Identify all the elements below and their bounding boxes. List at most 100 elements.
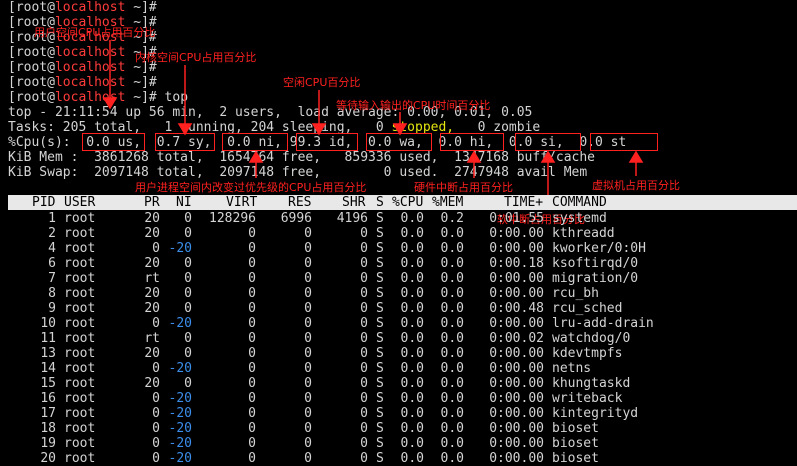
cell-time: 0:00.00 (489, 271, 544, 286)
cell-user: root (64, 436, 96, 451)
cell-pr: 20 (144, 226, 160, 241)
cell-res: 0 (304, 406, 312, 421)
table-row[interactable]: 9 root 20 0 0 0 0 S 0.0 0.0 0:00.48 rcu_sched (8, 301, 797, 316)
cell-command: migration/0 (552, 271, 639, 286)
cell-res: 0 (304, 346, 312, 361)
cell-shr: 0 (360, 226, 368, 241)
table-row[interactable]: 15 root 20 0 0 0 0 S 0.0 0.0 0:00.00 khungtaskd (8, 376, 797, 391)
cell-res: 0 (304, 331, 312, 346)
table-row[interactable]: 17 root 0 -20 0 0 0 S 0.0 0.0 0:00.00 kintegrityd (8, 406, 797, 421)
cell-ni: 0 (184, 331, 192, 346)
cell-res: 0 (304, 361, 312, 376)
col-virt: VIRT (226, 195, 258, 210)
cell-shr: 0 (360, 406, 368, 421)
cell-pr: 20 (144, 301, 160, 316)
cell-res: 6996 (280, 211, 312, 226)
cell-virt: 0 (248, 421, 256, 436)
cell-virt: 0 (248, 301, 256, 316)
cell-time: 0:00.18 (489, 256, 544, 271)
table-row[interactable]: 8 root 20 0 0 0 0 S 0.0 0.0 0:00.00 rcu_bh (8, 286, 797, 301)
cell-shr: 0 (360, 376, 368, 391)
cell-cpu: 0.0 (400, 241, 424, 256)
col-s: S (376, 195, 384, 210)
table-row[interactable]: 14 root 0 -20 0 0 0 S 0.0 0.0 0:00.00 netns (8, 361, 797, 376)
table-row[interactable]: 19 root 0 -20 0 0 0 S 0.0 0.0 0:00.00 bioset (8, 436, 797, 451)
cell-command: kdevtmpfs (552, 346, 623, 361)
table-row[interactable]: 1 root 20 0 128296 6996 4196 S 0.0 0.2 0:01.55 syst… (8, 211, 797, 226)
cell-user: root (64, 391, 96, 406)
col-shr: SHR (342, 195, 366, 210)
cell-cpu: 0.0 (400, 346, 424, 361)
col-res: RES (288, 195, 312, 210)
col-time: TIME+ (504, 195, 544, 210)
cell-command: lru-add-drain (552, 316, 654, 331)
cell-shr: 0 (360, 271, 368, 286)
cell-time: 0:01.55 (489, 211, 544, 226)
cell-res: 0 (304, 301, 312, 316)
cell-pr: rt (144, 271, 160, 286)
table-row[interactable]: 16 root 0 -20 0 0 0 S 0.0 0.0 0:00.00 writeback (8, 391, 797, 406)
cell-state: S (376, 346, 384, 361)
cell-user: root (64, 301, 96, 316)
cell-command: bioset (552, 421, 599, 436)
cell-user: root (64, 316, 96, 331)
cell-time: 0:00.00 (489, 421, 544, 436)
cell-mem: 0.0 (440, 256, 464, 271)
cell-time: 0:00.00 (489, 361, 544, 376)
table-row[interactable]: 11 root rt 0 0 0 0 S 0.0 0.0 0:00.02 watchdog/0 (8, 331, 797, 346)
cell-ni: -20 (168, 361, 192, 376)
cell-shr: 0 (360, 256, 368, 271)
cell-shr: 0 (360, 286, 368, 301)
cell-mem: 0.0 (440, 346, 464, 361)
col-ni: NI (176, 195, 192, 210)
table-row[interactable]: 6 root 20 0 0 0 0 S 0.0 0.0 0:00.18 ksoftirqd/0 (8, 256, 797, 271)
cell-command: writeback (552, 391, 623, 406)
cell-res: 0 (304, 286, 312, 301)
table-row[interactable]: 2 root 20 0 0 0 0 S 0.0 0.0 0:00.00 kthreadd (8, 226, 797, 241)
cell-virt: 0 (248, 436, 256, 451)
cell-state: S (376, 391, 384, 406)
cell-state: S (376, 406, 384, 421)
cell-state: S (376, 301, 384, 316)
table-row[interactable]: 18 root 0 -20 0 0 0 S 0.0 0.0 0:00.00 bioset (8, 421, 797, 436)
cell-mem: 0.0 (440, 316, 464, 331)
cell-pid: 17 (40, 406, 56, 421)
cell-mem: 0.0 (440, 241, 464, 256)
cell-pr: 0 (152, 361, 160, 376)
table-row[interactable]: 7 root rt 0 0 0 0 S 0.0 0.0 0:00.00 migration/0 (8, 271, 797, 286)
table-row[interactable]: 13 root 20 0 0 0 0 S 0.0 0.0 0:00.00 kdevtmpfs (8, 346, 797, 361)
table-row[interactable]: 4 root 0 -20 0 0 0 S 0.0 0.0 0:00.00 kworker/0:0H (8, 241, 797, 256)
cell-state: S (376, 286, 384, 301)
cell-shr: 0 (360, 436, 368, 451)
cell-res: 0 (304, 241, 312, 256)
cell-pid: 16 (40, 391, 56, 406)
cell-mem: 0.0 (440, 361, 464, 376)
cell-shr: 0 (360, 421, 368, 436)
col-user: USER (64, 195, 96, 210)
cell-time: 0:00.00 (489, 376, 544, 391)
cell-virt: 0 (248, 391, 256, 406)
cell-mem: 0.0 (440, 301, 464, 316)
cell-user: root (64, 256, 96, 271)
cell-state: S (376, 421, 384, 436)
cell-cpu: 0.0 (400, 421, 424, 436)
cell-shr: 0 (360, 316, 368, 331)
cell-virt: 0 (248, 346, 256, 361)
cell-time: 0:00.00 (489, 286, 544, 301)
cell-pid: 13 (40, 346, 56, 361)
cell-time: 0:00.00 (489, 241, 544, 256)
cell-state: S (376, 361, 384, 376)
table-row[interactable]: 10 root 0 -20 0 0 0 S 0.0 0.0 0:00.00 lru-add-drain (8, 316, 797, 331)
cell-user: root (64, 406, 96, 421)
cell-ni: -20 (168, 436, 192, 451)
cell-user: root (64, 226, 96, 241)
cell-cpu: 0.0 (400, 316, 424, 331)
col-pr: PR (144, 195, 160, 210)
cell-ni: -20 (168, 241, 192, 256)
cell-pr: 0 (152, 406, 160, 421)
cell-res: 0 (304, 316, 312, 331)
cell-pr: 20 (144, 376, 160, 391)
terminal-window[interactable]: [root@localhost ~]# [root@localhost ~]# [r… (0, 0, 797, 466)
cell-virt: 0 (248, 226, 256, 241)
cell-mem: 0.0 (440, 331, 464, 346)
